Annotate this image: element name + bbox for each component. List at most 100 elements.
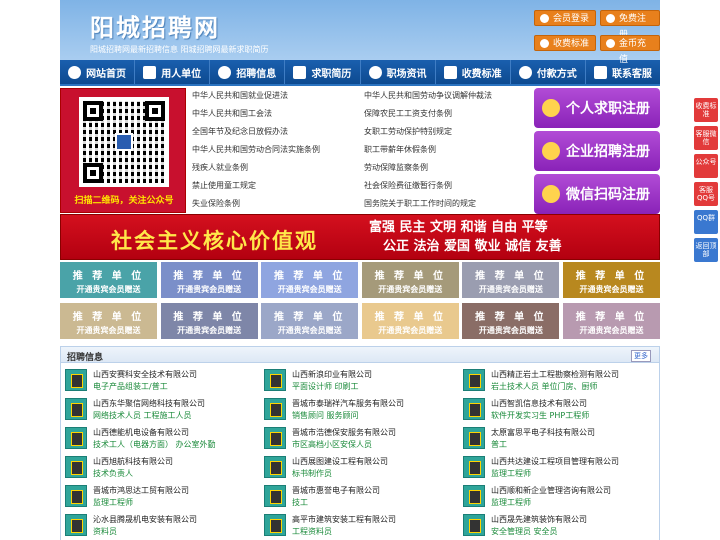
job-item[interactable]: 山西智凯信息技术有限公司 软件开发实习生 PHP工程师: [459, 396, 659, 422]
job-item[interactable]: 山西共达建设工程项目管理有限公司 监理工程师: [459, 454, 659, 480]
job-item[interactable]: 高平市建筑安装工程有限公司 工程资料员: [260, 512, 460, 538]
nav-item-1[interactable]: 用人单位: [135, 60, 211, 84]
job-item[interactable]: 晋城市泰瑞祥汽车服务有限公司 销售顾问 服务顾问: [260, 396, 460, 422]
law-link[interactable]: 保障农民工工资支付条例: [364, 108, 452, 119]
company-name[interactable]: 沁水县腾晟机电安装有限公司: [93, 514, 197, 525]
company-name[interactable]: 晋城市鸿思达工贸有限公司: [93, 485, 189, 496]
job-positions[interactable]: 监理工程师: [93, 497, 133, 508]
job-item[interactable]: 晋城市惠誉电子有限公司 技工: [260, 483, 460, 509]
job-item[interactable]: 山西东华聚信网络科技有限公司 网络技术人员 工程施工人员: [61, 396, 261, 422]
job-positions[interactable]: 软件开发实习生 PHP工程师: [491, 410, 589, 421]
company-name[interactable]: 山西德能机电设备有限公司: [93, 427, 189, 438]
company-name[interactable]: 晋城市惠誉电子有限公司: [292, 485, 380, 496]
free-register-button[interactable]: 免费注册: [600, 10, 660, 40]
recommended-unit-slot[interactable]: 推 荐 单 位开通贵宾会员赠送: [60, 262, 157, 298]
job-positions[interactable]: 普工: [491, 439, 507, 450]
right-tool-4[interactable]: QQ群: [694, 210, 718, 234]
law-link[interactable]: 劳动保障监察条例: [364, 162, 428, 173]
job-positions[interactable]: 市区高档小区安保人员: [292, 439, 372, 450]
job-item[interactable]: 山西安赛科安全技术有限公司 电子产品组装工/普工: [61, 367, 261, 393]
company-name[interactable]: 山西东华聚信网络科技有限公司: [93, 398, 205, 409]
right-tool-0[interactable]: 收费标准: [694, 98, 718, 122]
job-positions[interactable]: 技术工人（电器方面） 办公室外勤: [93, 439, 216, 450]
job-item[interactable]: 山西旭航科技有限公司 技术负责人: [61, 454, 261, 480]
company-name[interactable]: 晋城市泰瑞祥汽车服务有限公司: [292, 398, 404, 409]
law-link[interactable]: 失业保险条例: [192, 198, 240, 209]
recommended-unit-slot[interactable]: 推 荐 单 位开通贵宾会员赠送: [160, 303, 258, 339]
law-link[interactable]: 残疾人就业条例: [192, 162, 248, 173]
wechat-register-button[interactable]: 微信扫码注册: [534, 174, 660, 214]
company-name[interactable]: 太原富思平电子科技有限公司: [491, 427, 595, 438]
job-item[interactable]: 山西晟先建筑装饰有限公司 安全管理员 安全员: [459, 512, 659, 538]
job-item[interactable]: 太原富思平电子科技有限公司 普工: [459, 425, 659, 451]
job-item[interactable]: 山西精正岩土工程勘察检测有限公司 岩土技术人员 单位门房、厨师: [459, 367, 659, 393]
recommended-unit-slot[interactable]: 推 荐 单 位开通贵宾会员赠送: [462, 303, 560, 339]
job-positions[interactable]: 平面设计师 印刷工: [292, 381, 359, 392]
law-link[interactable]: 国务院关于职工工作时间的规定: [364, 198, 476, 209]
law-link[interactable]: 社会保险费征缴暂行条例: [364, 180, 452, 191]
job-positions[interactable]: 安全管理员 安全员: [491, 526, 558, 537]
company-name[interactable]: 山西智凯信息技术有限公司: [491, 398, 587, 409]
recommended-unit-slot[interactable]: 推 荐 单 位开通贵宾会员赠送: [563, 303, 660, 339]
nav-item-0[interactable]: 网站首页: [60, 60, 136, 84]
recommended-unit-slot[interactable]: 推 荐 单 位开通贵宾会员赠送: [462, 262, 560, 298]
right-tool-5[interactable]: 返回顶部: [694, 238, 718, 262]
recommended-unit-slot[interactable]: 推 荐 单 位开通贵宾会员赠送: [361, 303, 459, 339]
job-positions[interactable]: 技工: [292, 497, 308, 508]
law-link[interactable]: 禁止使用童工规定: [192, 180, 256, 191]
recommended-unit-slot[interactable]: 推 荐 单 位开通贵宾会员赠送: [261, 303, 359, 339]
law-link[interactable]: 中华人民共和国就业促进法: [192, 90, 288, 101]
law-link[interactable]: 全国年节及纪念日放假办法: [192, 126, 288, 137]
recommended-unit-slot[interactable]: 推 荐 单 位开通贵宾会员赠送: [261, 262, 359, 298]
company-register-button[interactable]: 企业招聘注册: [534, 131, 660, 171]
more-link[interactable]: 更多: [631, 350, 651, 362]
company-name[interactable]: 山西精正岩土工程勘察检测有限公司: [491, 369, 619, 380]
company-name[interactable]: 高平市建筑安装工程有限公司: [292, 514, 396, 525]
nav-item-3[interactable]: 求职简历: [285, 60, 361, 84]
law-link[interactable]: 中华人民共和国工会法: [192, 108, 272, 119]
nav-item-6[interactable]: 付款方式: [511, 60, 586, 84]
job-positions[interactable]: 电子产品组装工/普工: [93, 381, 168, 392]
job-item[interactable]: 山西展图建设工程有限公司 标书制作员: [260, 454, 460, 480]
job-item[interactable]: 山西顺和新企业管理咨询有限公司 监理工程师: [459, 483, 659, 509]
personal-register-button[interactable]: 个人求职注册: [534, 88, 660, 128]
right-tool-3[interactable]: 客服QQ号: [694, 182, 718, 206]
nav-item-5[interactable]: 收费标准: [436, 60, 511, 84]
recharge-button[interactable]: 金币充值: [600, 35, 660, 65]
company-name[interactable]: 山西共达建设工程项目管理有限公司: [491, 456, 619, 467]
job-positions[interactable]: 标书制作员: [292, 468, 332, 479]
recommended-unit-slot[interactable]: 推 荐 单 位开通贵宾会员赠送: [563, 262, 660, 298]
job-positions[interactable]: 网络技术人员 工程施工人员: [93, 410, 192, 421]
company-name[interactable]: 山西新浪印业有限公司: [292, 369, 372, 380]
company-name[interactable]: 山西旭航科技有限公司: [93, 456, 173, 467]
job-positions[interactable]: 监理工程师: [491, 468, 531, 479]
company-name[interactable]: 山西展图建设工程有限公司: [292, 456, 388, 467]
job-positions[interactable]: 工程资料员: [292, 526, 332, 537]
job-item[interactable]: 晋城市浩德保安服务有限公司 市区高档小区安保人员: [260, 425, 460, 451]
site-title[interactable]: 阳城招聘网: [90, 8, 220, 43]
job-positions[interactable]: 监理工程师: [491, 497, 531, 508]
law-link[interactable]: 职工带薪年休假条例: [364, 144, 436, 155]
nav-item-4[interactable]: 职场资讯: [361, 60, 436, 84]
company-name[interactable]: 晋城市浩德保安服务有限公司: [292, 427, 396, 438]
recommended-unit-slot[interactable]: 推 荐 单 位开通贵宾会员赠送: [160, 262, 258, 298]
job-positions[interactable]: 销售顾问 服务顾问: [292, 410, 359, 421]
recommended-unit-slot[interactable]: 推 荐 单 位开通贵宾会员赠送: [60, 303, 157, 339]
fee-standard-button[interactable]: 收费标准: [534, 35, 597, 51]
job-positions[interactable]: 资料员: [93, 526, 117, 537]
job-item[interactable]: 沁水县腾晟机电安装有限公司 资料员: [61, 512, 261, 538]
member-login-button[interactable]: 会员登录: [534, 10, 597, 26]
company-name[interactable]: 山西顺和新企业管理咨询有限公司: [491, 485, 611, 496]
recommended-unit-slot[interactable]: 推 荐 单 位开通贵宾会员赠送: [361, 262, 459, 298]
job-positions[interactable]: 技术负责人: [93, 468, 133, 479]
company-name[interactable]: 山西安赛科安全技术有限公司: [93, 369, 197, 380]
job-item[interactable]: 晋城市鸿思达工贸有限公司 监理工程师: [61, 483, 261, 509]
law-link[interactable]: 中华人民共和国劳动合同法实施条例: [192, 144, 320, 155]
nav-item-2[interactable]: 招聘信息: [210, 60, 286, 84]
job-positions[interactable]: 岩土技术人员 单位门房、厨师: [491, 381, 598, 392]
job-item[interactable]: 山西新浪印业有限公司 平面设计师 印刷工: [260, 367, 460, 393]
right-tool-2[interactable]: 公众号: [694, 154, 718, 178]
law-link[interactable]: 中华人民共和国劳动争议调解仲裁法: [364, 90, 492, 101]
right-tool-1[interactable]: 客服微信: [694, 126, 718, 150]
job-item[interactable]: 山西德能机电设备有限公司 技术工人（电器方面） 办公室外勤: [61, 425, 261, 451]
